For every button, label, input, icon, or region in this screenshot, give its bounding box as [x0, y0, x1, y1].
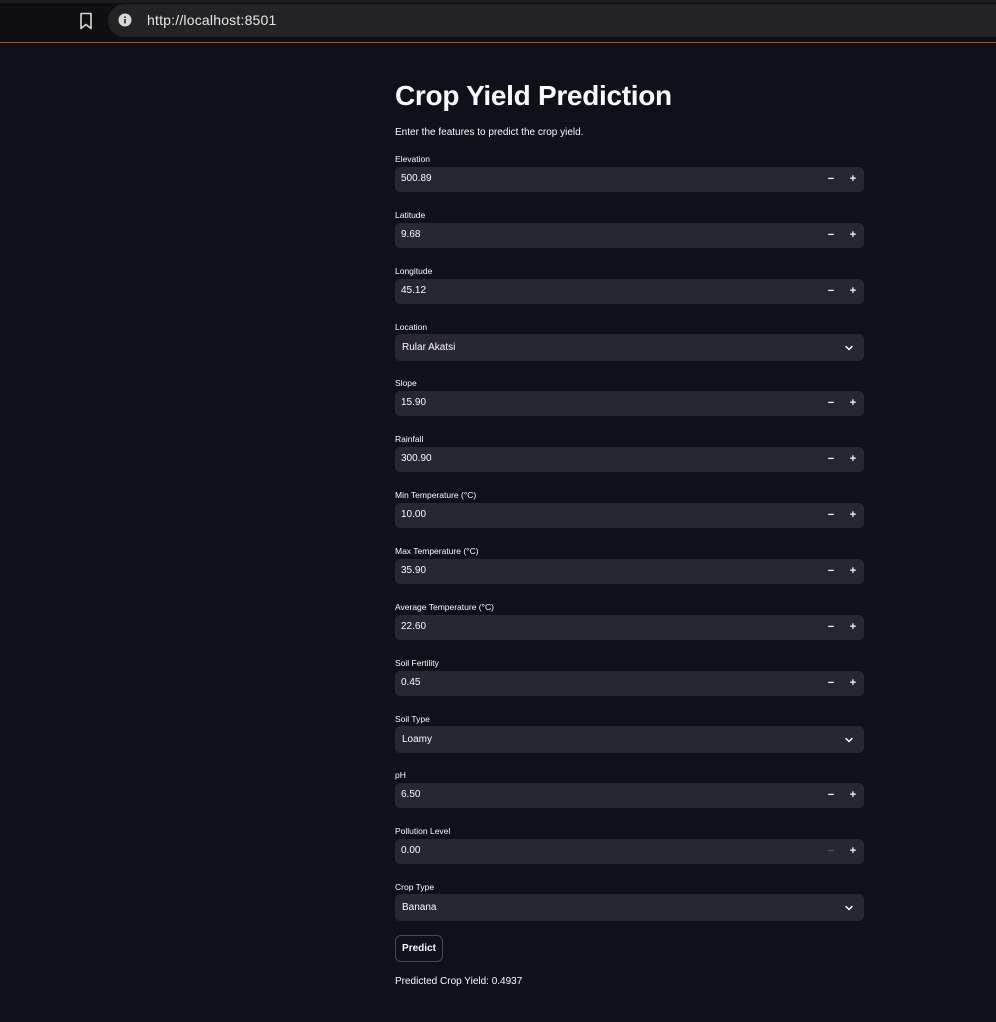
min-temperature-input[interactable]: 10.00 − + — [395, 503, 864, 528]
slope-field: Slope 15.90 − + — [395, 378, 864, 434]
min-temperature-label: Min Temperature (°C) — [395, 490, 477, 500]
slope-label: Slope — [395, 378, 417, 388]
ph-field: pH 6.50 − + — [395, 770, 864, 826]
ph-value[interactable]: 6.50 — [401, 789, 420, 800]
browser-toolbar: http://localhost:8501 — [0, 0, 996, 43]
soil-fertility-value[interactable]: 0.45 — [401, 677, 420, 688]
address-bar[interactable]: http://localhost:8501 — [108, 4, 996, 37]
min-temperature-decrement-button[interactable]: − — [820, 503, 842, 528]
max-temperature-increment-button[interactable]: + — [842, 559, 864, 584]
page-subtitle: Enter the features to predict the crop y… — [395, 127, 584, 138]
elevation-value[interactable]: 500.89 — [401, 173, 432, 184]
elevation-decrement-button[interactable]: − — [820, 167, 842, 192]
slope-input[interactable]: 15.90 − + — [395, 391, 864, 416]
prediction-result: Predicted Crop Yield: 0.4937 — [395, 976, 523, 987]
location-label: Location — [395, 322, 428, 332]
longitude-decrement-button[interactable]: − — [820, 279, 842, 304]
url-text[interactable]: http://localhost:8501 — [147, 12, 277, 28]
average-temperature-label: Average Temperature (°C) — [395, 602, 494, 612]
min-temperature-value[interactable]: 10.00 — [401, 509, 426, 520]
chevron-down-icon[interactable] — [844, 903, 854, 913]
crop-type-selected-value[interactable]: Banana — [402, 902, 436, 913]
average-temperature-increment-button[interactable]: + — [842, 615, 864, 640]
longitude-value[interactable]: 45.12 — [401, 285, 426, 296]
longitude-input[interactable]: 45.12 − + — [395, 279, 864, 304]
pollution-level-field: Pollution Level 0.00 − + — [395, 826, 864, 882]
slope-value[interactable]: 15.90 — [401, 397, 426, 408]
latitude-decrement-button[interactable]: − — [820, 223, 842, 248]
longitude-label: Longitude — [395, 266, 433, 276]
elevation-field: Elevation 500.89 − + — [395, 154, 864, 210]
average-temperature-input[interactable]: 22.60 − + — [395, 615, 864, 640]
predict-button[interactable]: Predict — [395, 935, 443, 962]
latitude-input[interactable]: 9.68 − + — [395, 223, 864, 248]
min-temperature-increment-button[interactable]: + — [842, 503, 864, 528]
average-temperature-field: Average Temperature (°C) 22.60 − + — [395, 602, 864, 658]
soil-type-selected-value[interactable]: Loamy — [402, 734, 432, 745]
pollution-level-value[interactable]: 0.00 — [401, 845, 420, 856]
elevation-input[interactable]: 500.89 − + — [395, 167, 864, 192]
rainfall-increment-button[interactable]: + — [842, 447, 864, 472]
ph-label: pH — [395, 770, 406, 780]
location-selected-value[interactable]: Rular Akatsi — [402, 342, 455, 353]
slope-increment-button[interactable]: + — [842, 391, 864, 416]
bookmark-icon[interactable] — [78, 12, 94, 30]
elevation-label: Elevation — [395, 154, 430, 164]
max-temperature-field: Max Temperature (°C) 35.90 − + — [395, 546, 864, 602]
soil-type-field: Soil Type Loamy — [395, 714, 864, 770]
rainfall-value[interactable]: 300.90 — [401, 453, 432, 464]
rainfall-field: Rainfall 300.90 − + — [395, 434, 864, 490]
chevron-down-icon[interactable] — [844, 343, 854, 353]
soil-type-label: Soil Type — [395, 714, 430, 724]
pollution-level-label: Pollution Level — [395, 826, 451, 836]
soil-type-select[interactable]: Loamy — [395, 726, 864, 753]
crop-type-field: Crop Type Banana — [395, 882, 864, 938]
latitude-increment-button[interactable]: + — [842, 223, 864, 248]
soil-fertility-increment-button[interactable]: + — [842, 671, 864, 696]
latitude-value[interactable]: 9.68 — [401, 229, 420, 240]
soil-fertility-field: Soil Fertility 0.45 − + — [395, 658, 864, 714]
latitude-label: Latitude — [395, 210, 426, 220]
pollution-level-input[interactable]: 0.00 − + — [395, 839, 864, 864]
rainfall-decrement-button[interactable]: − — [820, 447, 842, 472]
slope-decrement-button[interactable]: − — [820, 391, 842, 416]
min-temperature-field: Min Temperature (°C) 10.00 − + — [395, 490, 864, 546]
ph-decrement-button[interactable]: − — [820, 783, 842, 808]
elevation-increment-button[interactable]: + — [842, 167, 864, 192]
location-field: Location Rular Akatsi — [395, 322, 864, 378]
max-temperature-input[interactable]: 35.90 − + — [395, 559, 864, 584]
max-temperature-decrement-button[interactable]: − — [820, 559, 842, 584]
crop-type-label: Crop Type — [395, 882, 435, 892]
tab-strip — [0, 0, 996, 3]
longitude-increment-button[interactable]: + — [842, 279, 864, 304]
pollution-level-decrement-button: − — [827, 845, 835, 857]
ph-input[interactable]: 6.50 − + — [395, 783, 864, 808]
soil-fertility-label: Soil Fertility — [395, 658, 439, 668]
average-temperature-decrement-button[interactable]: − — [820, 615, 842, 640]
location-select[interactable]: Rular Akatsi — [395, 334, 864, 361]
max-temperature-value[interactable]: 35.90 — [401, 565, 426, 576]
average-temperature-value[interactable]: 22.60 — [401, 621, 426, 632]
rainfall-input[interactable]: 300.90 − + — [395, 447, 864, 472]
soil-fertility-input[interactable]: 0.45 − + — [395, 671, 864, 696]
ph-increment-button[interactable]: + — [842, 783, 864, 808]
info-icon[interactable] — [118, 13, 132, 27]
rainfall-label: Rainfall — [395, 434, 424, 444]
page-title: Crop Yield Prediction — [395, 80, 672, 111]
crop-type-select[interactable]: Banana — [395, 894, 864, 921]
pollution-level-increment-button[interactable]: + — [842, 839, 864, 864]
longitude-field: Longitude 45.12 − + — [395, 266, 864, 322]
max-temperature-label: Max Temperature (°C) — [395, 546, 479, 556]
soil-fertility-decrement-button[interactable]: − — [820, 671, 842, 696]
chevron-down-icon[interactable] — [844, 735, 854, 745]
latitude-field: Latitude 9.68 − + — [395, 210, 864, 266]
